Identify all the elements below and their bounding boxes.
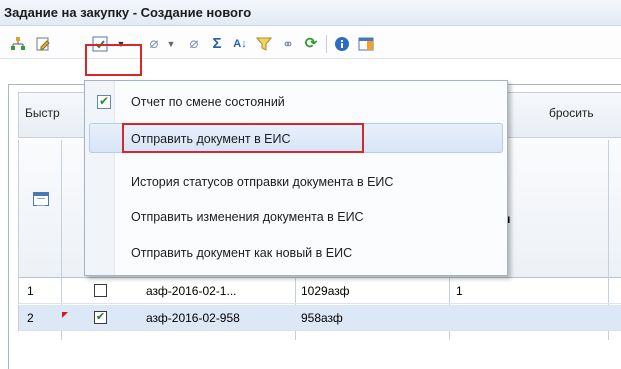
table-row[interactable]: 2 ✔ азф-2016-02-958 958азф xyxy=(18,305,621,331)
attach-clip-icon[interactable]: ⌀ xyxy=(186,36,202,52)
quick-filter-button[interactable]: Быстр xyxy=(25,106,60,120)
toolbar: ▼ ⌀ ▼ ⌀ Σ A↓ ⚭ ⟳ xyxy=(0,27,621,59)
menu-item-send-changes[interactable]: Отправить изменения документа в ЕИС xyxy=(89,202,503,232)
menu-item-label: Отправить документ как новый в ЕИС xyxy=(131,246,353,260)
dropdown-arrow-icon[interactable]: ▼ xyxy=(163,36,179,52)
row-code: 1029азф xyxy=(301,284,350,298)
status-check-icon xyxy=(97,94,111,109)
sum-icon[interactable]: Σ xyxy=(209,36,225,52)
row-document: азф-2016-02-958 xyxy=(146,311,240,325)
org-tree-icon[interactable] xyxy=(10,36,26,52)
row-checkbox[interactable] xyxy=(94,284,107,297)
window-title: Задание на закупку - Создание нового xyxy=(4,5,252,20)
row-checkbox-checked[interactable]: ✔ xyxy=(94,311,107,324)
table-layout-icon[interactable] xyxy=(358,36,374,52)
table-row[interactable]: 1 азф-2016-02-1... 1029азф 1 xyxy=(18,278,621,304)
grid-settings-icon[interactable] xyxy=(33,192,49,206)
menu-item-send-as-new[interactable]: Отправить документ как новый в ЕИС xyxy=(89,238,503,268)
reset-filter-button[interactable]: бросить xyxy=(549,106,594,120)
status-check-icon[interactable] xyxy=(92,36,108,52)
info-icon[interactable] xyxy=(334,36,350,52)
menu-item-label: История статусов отправки документа в ЕИ… xyxy=(131,175,394,189)
row-value: 1 xyxy=(456,284,463,298)
row-document: азф-2016-02-1... xyxy=(146,284,237,298)
modified-flag-icon xyxy=(62,312,68,318)
sort-icon[interactable]: A↓ xyxy=(232,36,248,52)
link-icon[interactable]: ⚭ xyxy=(280,36,296,52)
menu-item-label: Отправить документ в ЕИС xyxy=(131,132,291,146)
refresh-icon[interactable]: ⟳ xyxy=(303,36,319,52)
edit-document-icon[interactable] xyxy=(35,36,51,52)
row-number: 2 xyxy=(27,311,34,325)
attach-icon[interactable]: ⌀ xyxy=(146,36,162,52)
dropdown-arrow-icon[interactable]: ▼ xyxy=(113,36,129,52)
menu-item-send-to-eis[interactable]: Отправить документ в ЕИС xyxy=(89,123,503,153)
filter-icon[interactable] xyxy=(256,36,272,52)
row-code: 958азф xyxy=(301,311,343,325)
menu-item-status-report[interactable]: Отчет по смене состояний xyxy=(89,87,503,117)
toolbar-separator xyxy=(326,35,327,53)
menu-item-send-history[interactable]: История статусов отправки документа в ЕИ… xyxy=(89,167,503,197)
row-number: 1 xyxy=(27,284,34,298)
menu-item-label: Отчет по смене состояний xyxy=(131,95,285,109)
window-titlebar: Задание на закупку - Создание нового xyxy=(0,0,621,26)
status-dropdown-menu: Отчет по смене состояний Отправить докум… xyxy=(84,80,508,276)
menu-item-label: Отправить изменения документа в ЕИС xyxy=(131,210,364,224)
